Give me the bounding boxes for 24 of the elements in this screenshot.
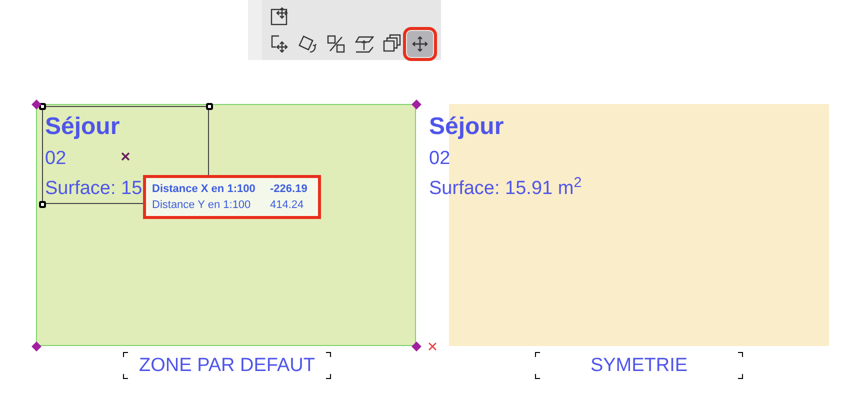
zone-name: Séjour (429, 112, 504, 142)
zone-surface: Surface: 15.91 m$^{2}$ (429, 178, 582, 200)
mirror-icon (326, 34, 346, 54)
drag-icon (270, 34, 290, 54)
zone-surface: Surface: 15 (45, 178, 142, 200)
zone-number: 02 (429, 148, 450, 170)
frame-move-icon (270, 6, 290, 26)
elevate-icon (354, 34, 374, 54)
zone-label: ZONE PAR DEFAUT (139, 354, 315, 376)
distance-label: Distance Y en 1:100 (152, 198, 252, 213)
zone-name: Séjour (45, 112, 120, 142)
rotate-icon (298, 34, 318, 54)
zone-label: SYMETRIE (590, 354, 688, 376)
distance-value: -226.19 (270, 182, 308, 197)
tool-button[interactable] (407, 31, 433, 57)
move-icon (410, 34, 430, 54)
close-icon[interactable] (428, 342, 437, 351)
distance-value: 414.24 (270, 198, 305, 213)
zone-number: 02 (45, 148, 66, 170)
multiply-icon (382, 34, 402, 54)
handle-icon[interactable] (206, 102, 212, 110)
center-marker-icon (121, 152, 130, 161)
zone-area[interactable] (36, 104, 416, 346)
distance-label: Distance X en 1:100 (152, 182, 256, 197)
